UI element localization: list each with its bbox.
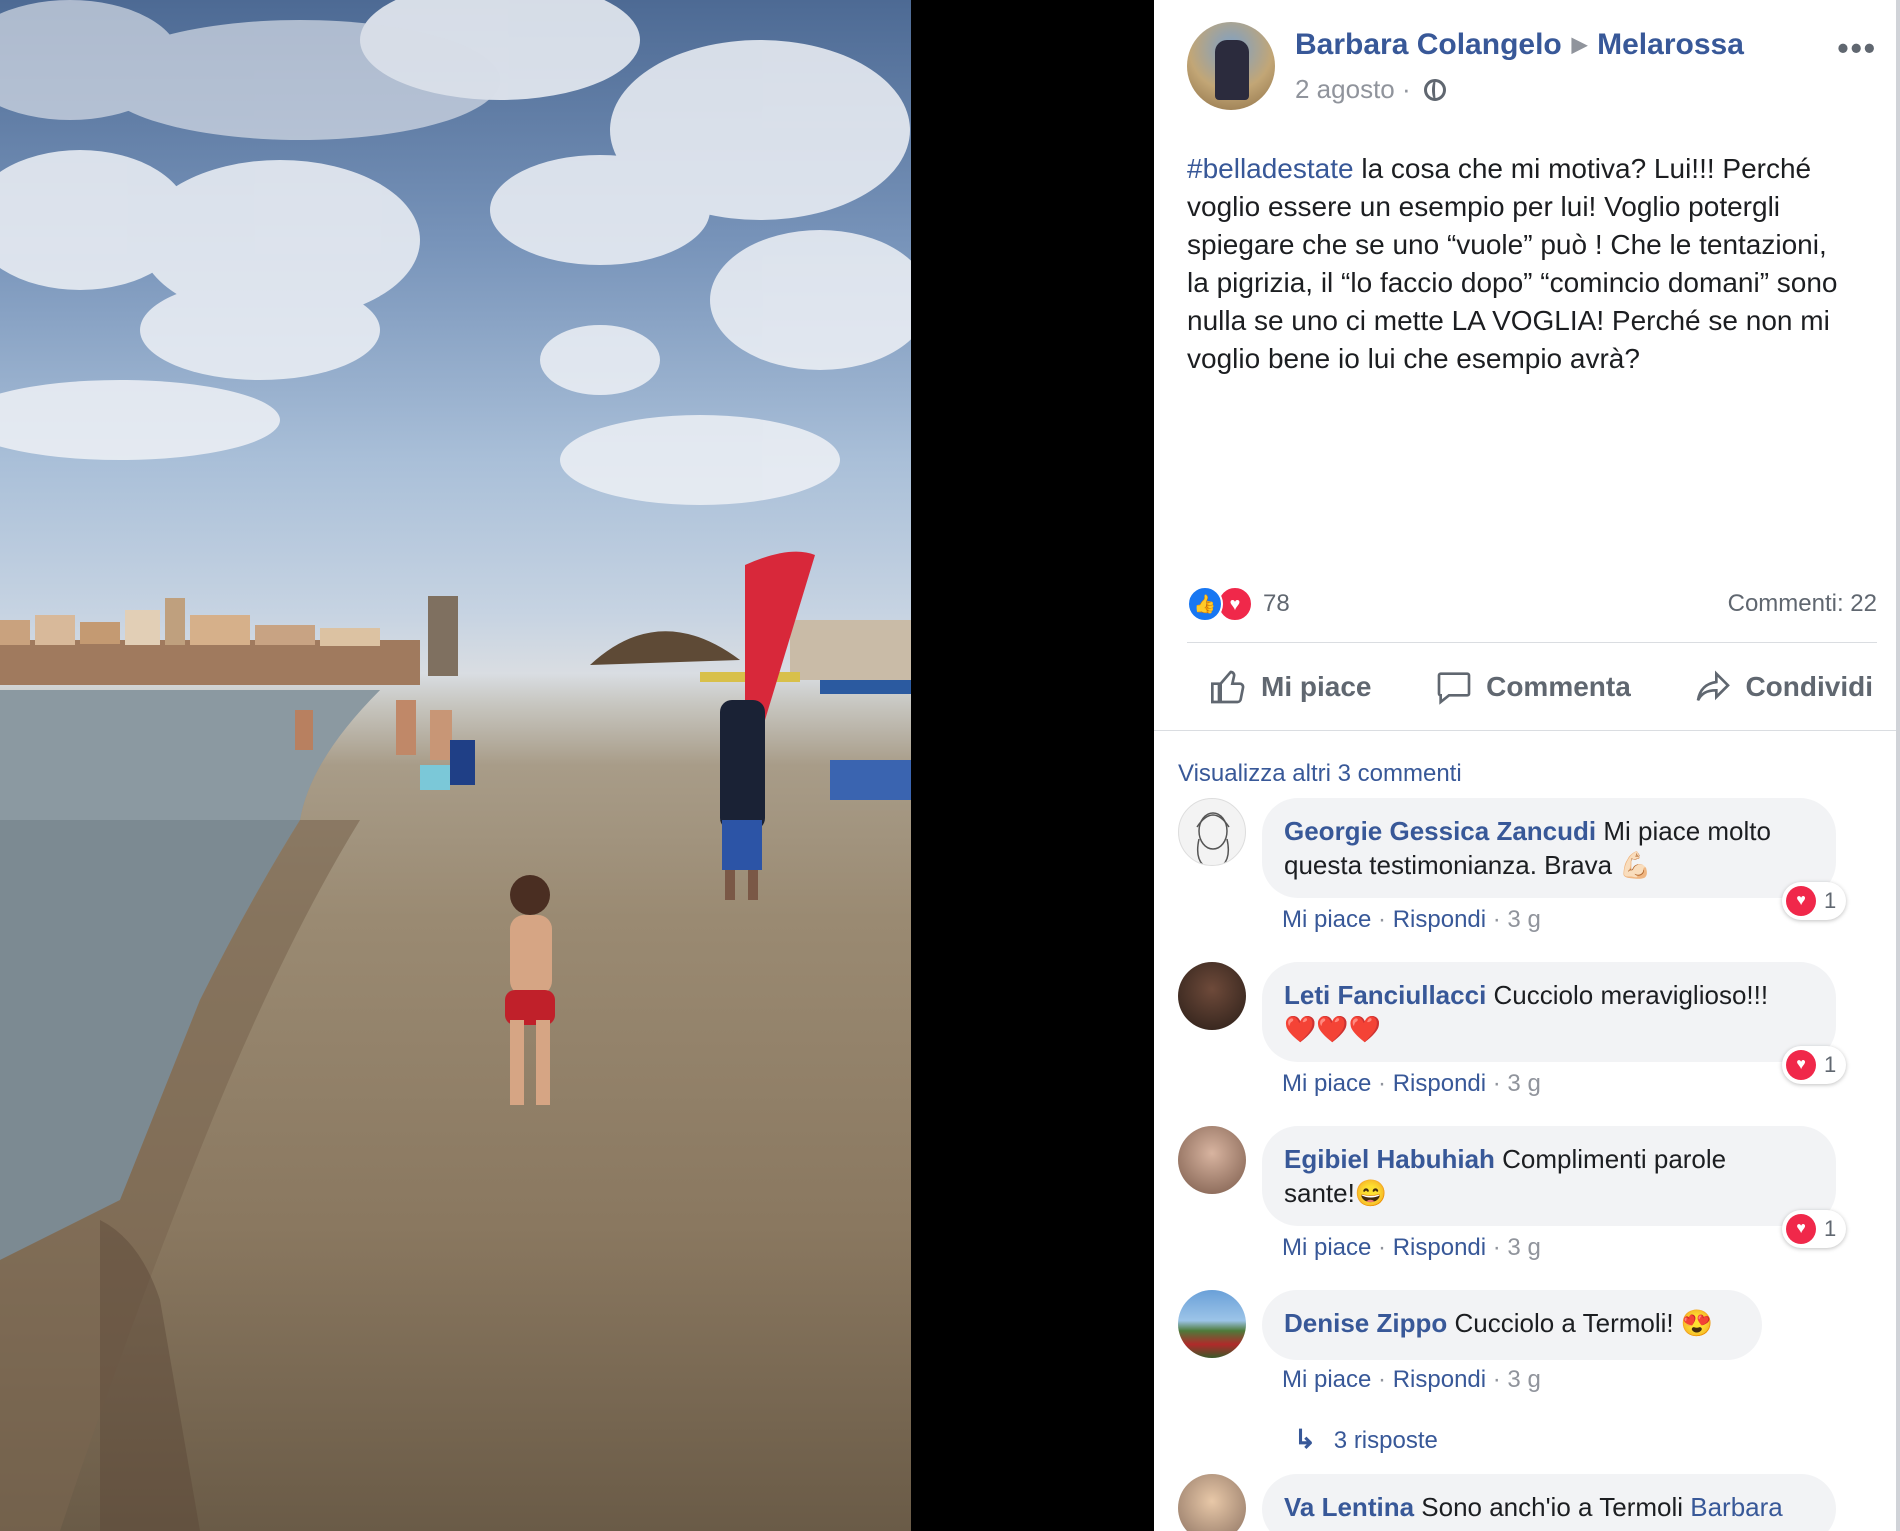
avatar[interactable] [1178, 962, 1246, 1030]
avatar[interactable] [1178, 1126, 1246, 1194]
comment-reactions[interactable]: ♥ 1 [1782, 1210, 1847, 1248]
comment-actions: Mi piace · Rispondi · 3 g [1282, 1070, 1541, 1097]
comment-button-label: Commenta [1486, 671, 1631, 702]
commenter-name[interactable]: Georgie Gessica Zancudi [1284, 816, 1596, 846]
speech-bubble-icon [1437, 672, 1471, 705]
comment-reaction-count: 1 [1824, 888, 1837, 913]
share-button[interactable]: Condividi [1693, 667, 1873, 707]
post-body: la cosa che mi motiva? Lui!!! Perché vog… [1187, 153, 1838, 374]
beach-photo-illustration [0, 0, 911, 1531]
sketch-portrait-icon [1196, 812, 1230, 865]
comment-reactions[interactable]: ♥ 1 [1782, 882, 1847, 920]
comment-bubble: Egibiel Habuhiah Complimenti parole sant… [1262, 1126, 1836, 1226]
divider [1154, 730, 1900, 731]
post-meta: 2 agosto · [1295, 74, 1446, 105]
view-replies-link[interactable]: ↳ 3 risposte [1294, 1424, 1438, 1455]
page-name-link[interactable]: Melarossa [1597, 28, 1744, 61]
reactions-count[interactable]: 78 [1263, 590, 1290, 618]
comments-count[interactable]: Commenti: 22 [1728, 590, 1877, 618]
triangle-right-icon: ▶ [1571, 34, 1588, 56]
commenter-name[interactable]: Denise Zippo [1284, 1308, 1447, 1338]
view-more-comments-link[interactable]: Visualizza altri 3 commenti [1178, 760, 1462, 788]
post-date[interactable]: 2 agosto · [1295, 74, 1418, 104]
avatar[interactable] [1178, 798, 1246, 866]
comment-actions: Mi piace · Rispondi · 3 g [1282, 1366, 1541, 1393]
comment-bubble: Leti Fanciullacci Cucciolo meraviglioso!… [1262, 962, 1836, 1062]
comment-text: sante! [1284, 1178, 1355, 1208]
comment-time[interactable]: 3 g [1507, 1070, 1540, 1097]
comment-text: Mi piace molto [1596, 816, 1771, 846]
share-arrow-icon [1697, 670, 1731, 701]
grinning-face-emoji: 😄 [1354, 1178, 1388, 1208]
hearts-emoji: ❤️❤️❤️ [1284, 1014, 1382, 1044]
comment-bubble: Va Lentina Sono anch'io a Termoli Barbar… [1262, 1474, 1836, 1531]
comment-actions: Mi piace · Rispondi · 3 g [1282, 906, 1541, 933]
comment-text: Sono anch'io a Termoli [1414, 1492, 1691, 1522]
comment-reply-link[interactable]: Rispondi [1393, 1234, 1486, 1261]
like-reaction-icon: 👍 [1187, 586, 1223, 622]
comment-reply-link[interactable]: Rispondi [1393, 1070, 1486, 1097]
comment-bubble: Georgie Gessica Zancudi Mi piace molto q… [1262, 798, 1836, 898]
avatar[interactable] [1178, 1474, 1246, 1531]
comment-reply-link[interactable]: Rispondi [1393, 906, 1486, 933]
comment-text: Cucciolo meraviglioso!!! [1486, 980, 1769, 1010]
author-name-link[interactable]: Barbara Colangelo [1295, 28, 1562, 61]
hashtag-link[interactable]: #belladestate [1187, 153, 1354, 184]
commenter-name[interactable]: Va Lentina [1284, 1492, 1414, 1522]
comment-text: Complimenti parole [1494, 1144, 1727, 1174]
comment-reaction-count: 1 [1824, 1216, 1837, 1241]
heart-icon: ♥ [1786, 1214, 1816, 1244]
comment-like-link[interactable]: Mi piace [1282, 1366, 1371, 1393]
comment-reaction-count: 1 [1824, 1052, 1837, 1077]
scrollbar[interactable] [1896, 0, 1900, 1531]
comment-text: questa testimonianza. Brava [1284, 850, 1620, 880]
post-header: Barbara Colangelo ▶ Melarossa 2 agosto · •… [1187, 22, 1877, 112]
author-avatar[interactable] [1187, 22, 1275, 110]
comment-text: Cucciolo a Termoli! [1447, 1308, 1681, 1338]
comment-reply-link[interactable]: Rispondi [1393, 1366, 1486, 1393]
post-text: #belladestate la cosa che mi motiva? Lui… [1187, 150, 1847, 378]
thumbs-up-icon [1211, 670, 1245, 704]
commenter-name[interactable]: Leti Fanciullacci [1284, 980, 1486, 1010]
comment-bubble: Denise Zippo Cucciolo a Termoli! 😍 [1262, 1290, 1762, 1360]
comment-like-link[interactable]: Mi piace [1282, 1070, 1371, 1097]
heart-eyes-emoji: 😍 [1680, 1308, 1714, 1338]
flexed-biceps-emoji: 💪🏻 [1619, 850, 1652, 880]
comment-time[interactable]: 3 g [1507, 906, 1540, 933]
comment-button[interactable]: Commenta [1434, 667, 1631, 707]
reply-arrow-icon: ↳ [1294, 1424, 1316, 1454]
action-bar: Mi piace Commenta Condividi [1187, 652, 1877, 722]
replies-label: 3 risposte [1333, 1427, 1438, 1454]
comment-actions: Mi piace · Rispondi · 3 g [1282, 1234, 1541, 1261]
comment-like-link[interactable]: Mi piace [1282, 906, 1371, 933]
heart-icon: ♥ [1786, 1050, 1816, 1080]
comment-like-link[interactable]: Mi piace [1282, 1234, 1371, 1261]
post-photo[interactable] [0, 0, 911, 1531]
post-panel: Barbara Colangelo ▶ Melarossa 2 agosto · •… [1154, 0, 1900, 1531]
share-button-label: Condividi [1745, 671, 1873, 702]
like-button-label: Mi piace [1261, 671, 1372, 702]
avatar[interactable] [1178, 1290, 1246, 1358]
author-row: Barbara Colangelo ▶ Melarossa [1295, 28, 1744, 62]
comment-time[interactable]: 3 g [1507, 1366, 1540, 1393]
more-options-icon[interactable]: ••• [1837, 30, 1877, 67]
mention-link[interactable]: Barbara [1690, 1492, 1783, 1522]
like-button[interactable]: Mi piace [1209, 667, 1371, 707]
commenter-name[interactable]: Egibiel Habuhiah [1284, 1144, 1495, 1174]
comment-time[interactable]: 3 g [1507, 1234, 1540, 1261]
reactions-summary[interactable]: 👍 ♥ 78 Commenti: 22 [1187, 584, 1877, 624]
heart-icon: ♥ [1786, 886, 1816, 916]
divider [1187, 642, 1877, 643]
globe-icon[interactable] [1423, 79, 1446, 101]
comment-reactions[interactable]: ♥ 1 [1782, 1046, 1847, 1084]
